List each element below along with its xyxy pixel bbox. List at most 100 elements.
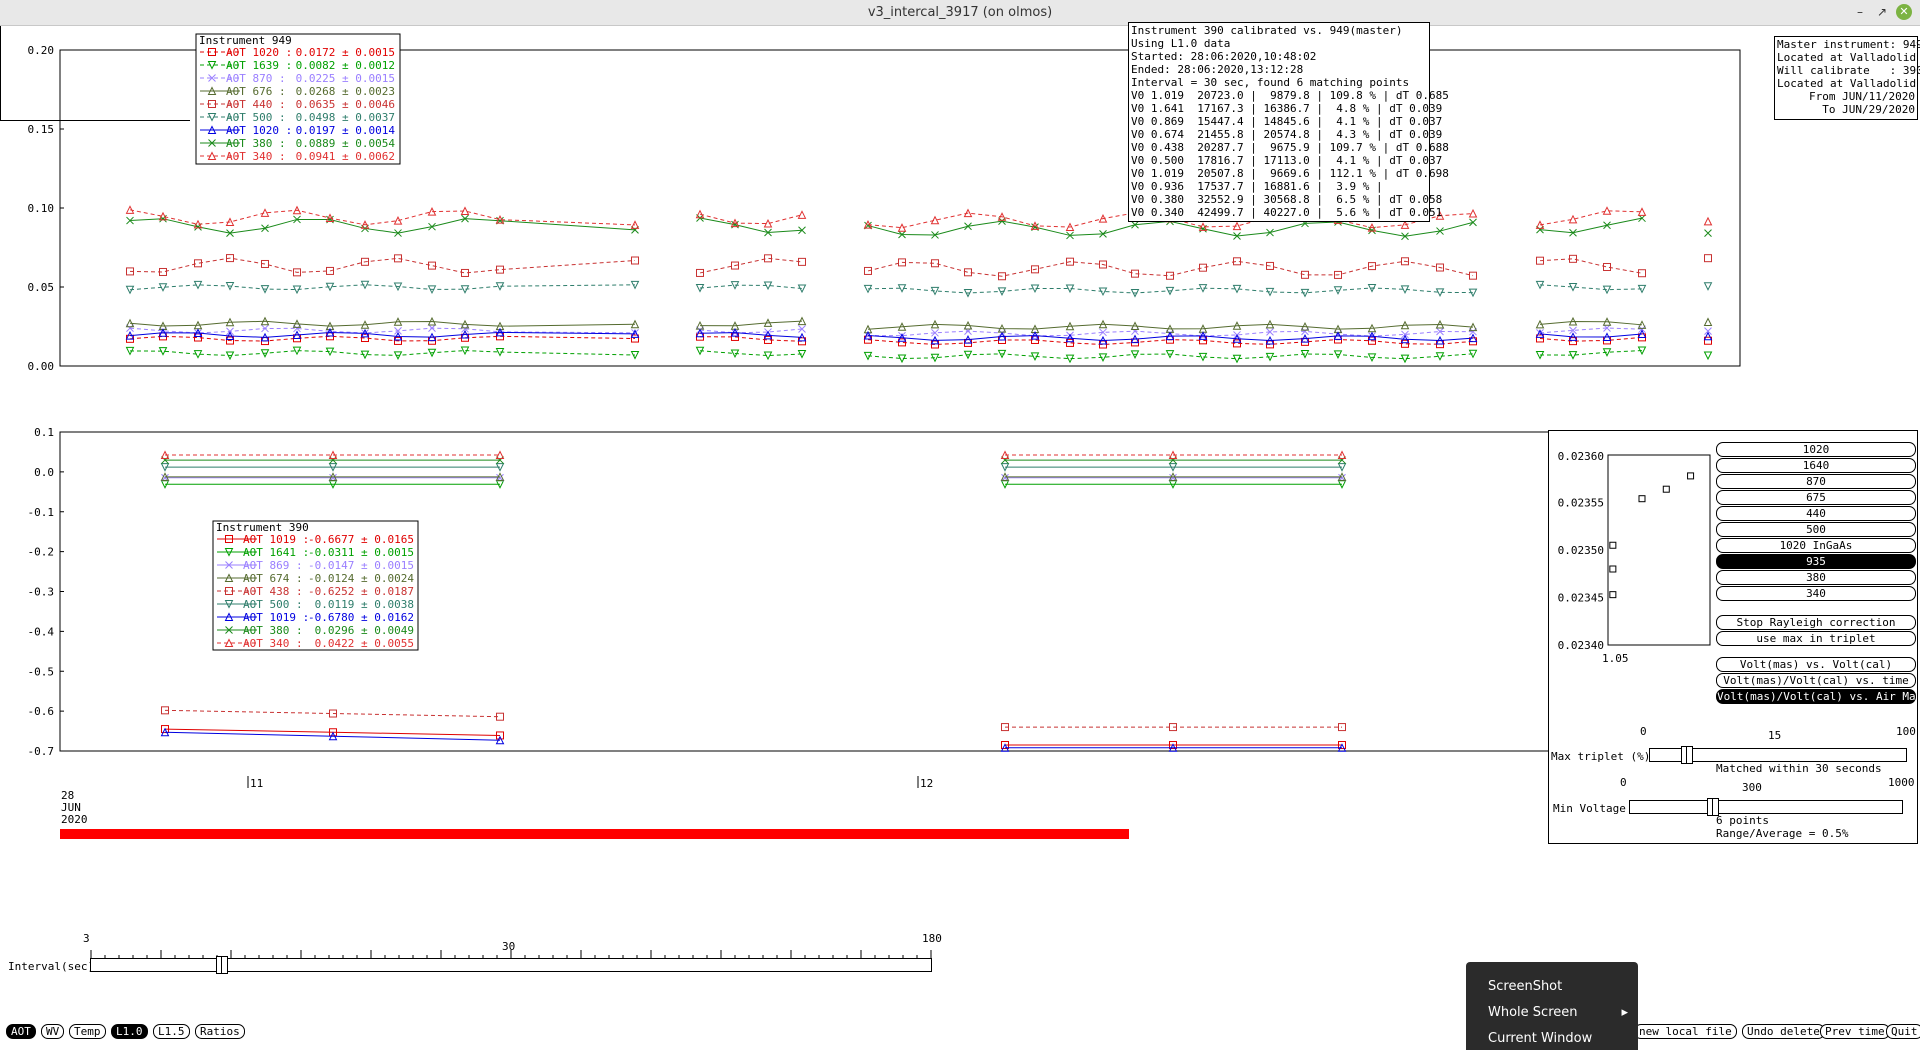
mini-y-tick-label: 0.02355 <box>1558 497 1604 510</box>
tab-wv[interactable]: WV <box>41 1024 65 1039</box>
min-voltage-range-note: Range/Average = 0.5% <box>1716 827 1849 840</box>
top-legend-label: AOT 676 : <box>226 85 286 98</box>
info-line: Using L1.0 data <box>1131 37 1231 50</box>
prev-time-button[interactable]: Prev time <box>1820 1024 1890 1039</box>
time-axis: 11 1228JUN2020 <box>61 776 933 826</box>
mini-plot-frame <box>1607 454 1711 646</box>
bottom-legend-label: AOT 1019 : <box>243 533 309 546</box>
bottom-legend-value: 0.0119 ± 0.0038 <box>315 598 414 611</box>
wavelength-button-870[interactable]: 870 <box>1716 474 1916 489</box>
top-series-line <box>867 260 1474 277</box>
bottom-legend-value: -0.0311 ± 0.0015 <box>308 546 414 559</box>
mini-data-point <box>1609 541 1617 549</box>
top-legend-label: AOT 380 : <box>226 137 286 150</box>
info-line: Started: 28:06:2020,10:48:02 <box>1131 50 1317 63</box>
top-series-line <box>699 217 803 234</box>
plot-mode-button-3[interactable]: Volt(mas)/Volt(cal) vs. Air Mass <box>1716 689 1916 704</box>
tab-temp[interactable]: Temp <box>69 1024 106 1039</box>
calibration-info-box: Instrument 390 calibrated vs. 949(master… <box>1128 22 1449 222</box>
info-line: Instrument 390 calibrated vs. 949(master… <box>1131 24 1403 37</box>
maximize-icon[interactable]: ↗ <box>1874 4 1890 20</box>
bottom-legend-label: AOT 1019 : <box>243 611 309 624</box>
menu-item-current-window[interactable]: Current Window <box>1488 1028 1628 1050</box>
top-series-line <box>1539 258 1643 274</box>
top-series-line <box>699 320 803 327</box>
wavelength-button-1020[interactable]: 1020 <box>1716 442 1916 457</box>
plot-mode-button-1[interactable]: Volt(mas) vs. Volt(cal) <box>1716 657 1916 672</box>
max-triplet-slider-thumb[interactable] <box>1681 746 1693 764</box>
new-local-file-button[interactable]: new local file <box>1634 1024 1737 1039</box>
top-legend-value: 0.0268 ± 0.0023 <box>296 85 395 98</box>
wavelength-button-1640[interactable]: 1640 <box>1716 458 1916 473</box>
submenu-arrow-icon: ▸ <box>1621 1005 1628 1020</box>
stop-rayleigh-button[interactable]: Stop Rayleigh correction <box>1716 615 1916 630</box>
bottom-aot-chart: 0.1 0.0 -0.1 -0.2 -0.3 -0.4 -0.5 -0.6 -0.7 Instru… <box>28 426 1561 826</box>
tab-ratios[interactable]: Ratios <box>195 1024 245 1039</box>
bottom-legend-label: AOT 1641 : <box>243 546 309 559</box>
top-legend-label: AOT 1020 : <box>226 124 292 137</box>
bottom-y-tick-label: -0.3 <box>28 586 55 599</box>
min-voltage-label: Min Voltage <box>1553 802 1626 815</box>
menu-item-screenshot[interactable]: ScreenShot <box>1488 976 1628 998</box>
use-max-triplet-button[interactable]: use max in triplet <box>1716 631 1916 646</box>
tab-aot[interactable]: AOT <box>6 1024 36 1039</box>
wavelength-button-500[interactable]: 500 <box>1716 522 1916 537</box>
top-series-line <box>129 350 636 357</box>
context-menu: ScreenShot Whole Screen ▸ Current Window <box>1466 962 1638 1050</box>
top-series-line <box>129 284 636 291</box>
bottom-legend-label: AOT 380 : <box>243 624 303 637</box>
bottom-legend-value: -0.0147 ± 0.0015 <box>308 559 414 572</box>
tab-l1-0[interactable]: L1.0 <box>111 1024 148 1039</box>
top-series-line <box>129 335 636 342</box>
master-line: Located at Valladolid <box>1777 51 1917 64</box>
bottom-legend-label: AOT 500 : <box>243 598 303 611</box>
mini-data-point <box>1687 472 1695 480</box>
top-series-line <box>699 350 803 357</box>
master-line: Located at Valladolid <box>1777 77 1917 90</box>
top-data-point <box>1703 282 1713 291</box>
time-day2-label: 12 <box>920 777 933 790</box>
info-line: V0 1.019 20723.0 | 9879.8 | 109.8 % | dT… <box>1131 89 1449 102</box>
top-data-point <box>1703 317 1713 326</box>
top-data-point <box>393 215 403 225</box>
top-data-point <box>930 215 940 225</box>
menu-item-whole-screen[interactable]: Whole Screen ▸ <box>1488 1002 1628 1024</box>
top-y-tick-label: 0.00 <box>28 360 55 373</box>
wavelength-button-935[interactable]: 935 <box>1716 554 1916 569</box>
top-legend-label: AOT 440 : <box>226 98 286 111</box>
bottom-y-tick-label: -0.4 <box>28 625 55 638</box>
date-year-label: 2020 <box>61 813 88 826</box>
bottom-legend-value: 0.0296 ± 0.0049 <box>315 624 414 637</box>
undo-delete-button[interactable]: Undo delete <box>1742 1024 1825 1039</box>
max-triplet-label: Max triplet (%) <box>1551 750 1651 763</box>
top-data-point <box>1704 229 1712 237</box>
close-icon[interactable]: ✕ <box>1896 4 1912 20</box>
top-legend-label: AOT 1020 : <box>226 46 292 59</box>
top-data-point <box>428 324 436 333</box>
top-legend-value: 0.0172 ± 0.0015 <box>296 46 395 59</box>
top-data-point <box>1704 254 1712 263</box>
wavelength-button-380[interactable]: 380 <box>1716 570 1916 585</box>
tab-l1-5[interactable]: L1.5 <box>153 1024 190 1039</box>
top-data-point <box>1703 351 1713 361</box>
top-series-line <box>129 320 636 327</box>
info-line: V0 0.380 32552.9 | 30568.8 | 6.5 % | dT … <box>1131 193 1443 206</box>
interval-max-label: 180 <box>922 932 942 945</box>
interval-slider-thumb[interactable] <box>216 956 228 974</box>
wavelength-button-1020-ingaas[interactable]: 1020 InGaAs <box>1716 538 1916 553</box>
airmass-mini-plot[interactable]: 0.02360 0.02355 0.02350 0.02345 0.023401.05 <box>1552 450 1712 670</box>
bottom-y-tick-label: 0.0 <box>34 466 54 479</box>
time-range-bar[interactable] <box>60 829 1129 839</box>
top-legend-label: AOT 500 : <box>226 111 286 124</box>
wavelength-button-440[interactable]: 440 <box>1716 506 1916 521</box>
minimize-icon[interactable]: – <box>1852 4 1868 20</box>
quit-button[interactable]: Quit <box>1886 1024 1920 1039</box>
bottom-legend-value: -0.0124 ± 0.0024 <box>308 572 414 585</box>
min-voltage-slider-track[interactable] <box>1629 800 1903 814</box>
bottom-legend-label: AOT 869 : <box>243 559 303 572</box>
bottom-y-tick-label: -0.6 <box>28 705 55 718</box>
wavelength-button-340[interactable]: 340 <box>1716 586 1916 601</box>
top-series-line <box>699 328 803 334</box>
plot-mode-button-2[interactable]: Volt(mas)/Volt(cal) vs. time <box>1716 673 1916 688</box>
wavelength-button-675[interactable]: 675 <box>1716 490 1916 505</box>
